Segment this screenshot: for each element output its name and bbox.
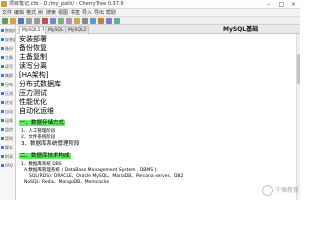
node-icon — [1, 47, 4, 50]
close-button[interactable]: × — [287, 0, 300, 9]
content-line: NoSQL: Redis、MongoDB、Memcache — [24, 180, 110, 185]
rich-text-editor[interactable]: 安装部署 备份恢复 主备复制 读写分离 [HA架构] 分布式数据库 压力测试 性… — [17, 34, 300, 200]
bold-icon[interactable] — [74, 18, 80, 24]
node-icon — [1, 155, 4, 158]
tree-item[interactable]: 优化 — [1, 99, 15, 107]
tree-item[interactable]: 备份 — [1, 45, 15, 53]
node-icon — [1, 92, 4, 95]
tree-item[interactable]: FAQ — [1, 162, 15, 170]
app-icon — [1, 1, 7, 7]
title-bar: 项目笔记.ctb - D:/my_path/ - CherryTree 0.37… — [0, 0, 300, 9]
tab-bar: MySQL5.7 MySQL MySQL2 MySQL基础 — [17, 25, 300, 34]
menu-item-help[interactable]: 帮助 — [106, 9, 116, 17]
menu-item-import[interactable]: 导入 — [82, 9, 92, 17]
italic-icon[interactable] — [82, 18, 88, 24]
tree-item[interactable]: 安装部署 — [1, 36, 15, 44]
node-icon — [1, 29, 4, 32]
section-heading: 二、数据库技术构成 — [19, 153, 71, 159]
menu-item-export[interactable]: 导出 — [94, 9, 104, 17]
tree-sidebar: 数据库 安装部署 备份 主备 读写 集群 分布 压测 优化 自动 运维 监控 案… — [0, 25, 16, 200]
copy-icon[interactable] — [50, 18, 56, 24]
content-line: [HA架构] — [19, 71, 49, 79]
content-line: 自动化运维 — [19, 107, 54, 115]
node-icon — [1, 137, 4, 140]
node-icon — [1, 128, 4, 131]
vertical-scrollbar[interactable] — [296, 34, 300, 200]
tree-item[interactable]: 附录 — [1, 153, 15, 161]
node-icon — [1, 164, 4, 167]
content-line: 压力测试 — [19, 89, 47, 97]
node-title-badge: MySQL基础 — [223, 26, 259, 33]
tree-item[interactable]: 案例 — [1, 135, 15, 143]
search-icon[interactable] — [66, 18, 72, 24]
node-icon — [1, 83, 4, 86]
menu-item-search[interactable]: 搜索 — [46, 9, 56, 17]
content-line: 性能优化 — [19, 98, 47, 106]
cut-icon[interactable] — [42, 18, 48, 24]
node-icon — [1, 101, 4, 104]
menu-bar: 文件 编辑 格式 树 搜索 视图 书签 导入 导出 帮助 — [0, 9, 300, 17]
section-heading: 一、数据存储方式 — [19, 120, 66, 126]
node-icon — [1, 56, 4, 59]
scrollbar-thumb[interactable] — [297, 54, 300, 84]
minimize-button[interactable]: – — [262, 0, 275, 9]
window-title: 项目笔记.ctb - D:/my_path/ - CherryTree 0.37… — [9, 1, 124, 7]
tree-item[interactable]: 集群 — [1, 72, 15, 80]
toolbar — [0, 17, 300, 25]
node-icon — [1, 65, 4, 68]
open-icon[interactable] — [10, 18, 16, 24]
tree-item[interactable]: 读写 — [1, 63, 15, 71]
node-icon — [1, 74, 4, 77]
node-icon — [1, 119, 4, 122]
paste-icon[interactable] — [58, 18, 64, 24]
tree-item[interactable]: 运维 — [1, 117, 15, 125]
content-line: 主备复制 — [19, 53, 47, 61]
table-icon[interactable] — [106, 18, 112, 24]
content-line: 分布式数据库 — [19, 80, 61, 88]
node-icon — [1, 146, 4, 149]
new-node-icon[interactable] — [2, 18, 8, 24]
content-line: 安装部署 — [19, 35, 47, 43]
tree-item[interactable]: 分布 — [1, 81, 15, 89]
menu-item-tree[interactable]: 树 — [38, 9, 43, 17]
menu-item-view[interactable]: 视图 — [58, 9, 68, 17]
watermark-logo-icon — [262, 185, 273, 196]
redo-icon[interactable] — [34, 18, 40, 24]
node-icon — [1, 110, 4, 113]
content-line: 备份恢复 — [19, 44, 47, 52]
tree-item[interactable]: 压测 — [1, 90, 15, 98]
watermark-text: 千锋教育 — [275, 187, 300, 194]
menu-item-format[interactable]: 格式 — [26, 9, 36, 17]
codebox-icon[interactable] — [114, 18, 120, 24]
content-line: 读写分离 — [19, 62, 47, 70]
tab-mysql[interactable]: MySQL — [45, 26, 67, 34]
menu-item-bookmarks[interactable]: 书签 — [70, 9, 80, 17]
tree-item[interactable]: 脚本 — [1, 144, 15, 152]
tree-item[interactable]: 自动 — [1, 108, 15, 116]
menu-item-file[interactable]: 文件 — [2, 9, 12, 17]
watermark: 千锋教育 — [262, 184, 300, 198]
tree-item[interactable]: 监控 — [1, 126, 15, 134]
save-icon[interactable] — [18, 18, 24, 24]
link-icon[interactable] — [90, 18, 96, 24]
undo-icon[interactable] — [26, 18, 32, 24]
tree-item[interactable]: 数据库 — [1, 27, 15, 35]
tree-item[interactable]: 主备 — [1, 54, 15, 62]
tab-mysql2[interactable]: MySQL2 — [65, 26, 90, 34]
image-icon[interactable] — [98, 18, 104, 24]
node-icon — [1, 38, 4, 41]
tab-mysql57[interactable]: MySQL5.7 — [19, 26, 48, 34]
menu-item-edit[interactable]: 编辑 — [14, 9, 24, 17]
content-line: 3、数据库系统管理阶段 — [21, 141, 80, 147]
